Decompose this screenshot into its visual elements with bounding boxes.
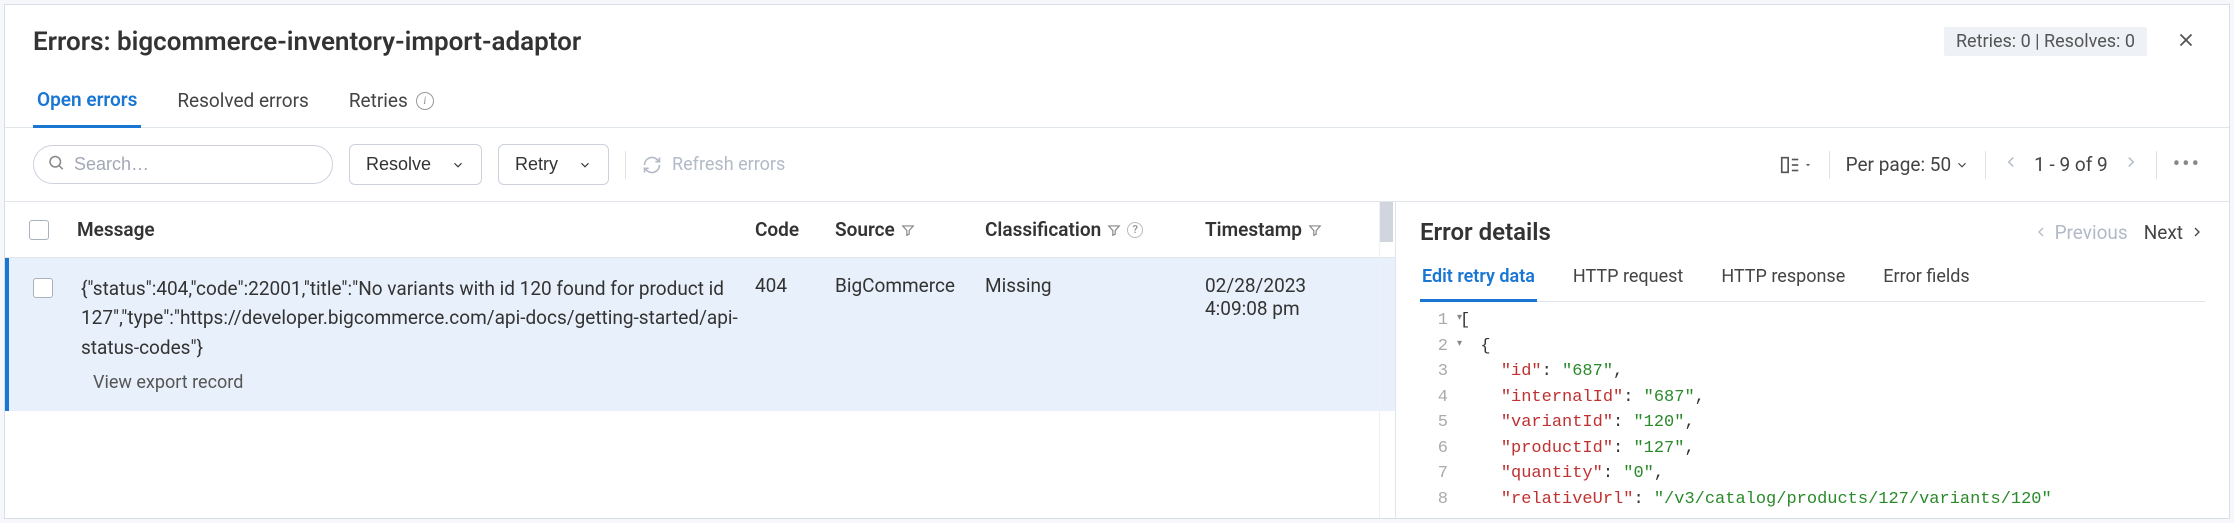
error-source: BigCommerce [835,274,985,297]
chevron-down-icon [578,158,592,172]
chevron-down-icon [451,158,465,172]
error-code: 404 [755,274,835,297]
chevron-down-icon [1955,158,1969,172]
retry-data-editor[interactable]: 1▾[2▾ {3 "id": "687",4 "internalId": "68… [1420,302,2205,518]
layout-icon [1779,154,1801,176]
dtab-error-fields[interactable]: Error fields [1881,256,1971,301]
chevron-left-icon [2033,224,2049,240]
chevron-left-icon [2002,153,2020,171]
page-title: Errors: bigcommerce-inventory-import-ada… [33,27,581,57]
table-row[interactable]: {"status":404,"code":22001,"title":"No v… [5,258,1395,411]
refresh-errors-button[interactable]: Refresh errors [642,154,785,175]
scrollbar[interactable] [1379,202,1393,518]
error-timestamp: 02/28/2023 4:09:08 pm [1205,274,1375,320]
error-details-pane: Error details Previous Next Edit retry d… [1395,201,2229,518]
view-export-record-link[interactable]: View export record [81,372,743,393]
details-tabs: Edit retry data HTTP request HTTP respon… [1420,256,2205,302]
panel-header: Errors: bigcommerce-inventory-import-ada… [5,5,2229,66]
search-input[interactable] [33,145,333,184]
details-title: Error details [1420,218,1551,246]
errors-panel: Errors: bigcommerce-inventory-import-ada… [4,4,2230,519]
dtab-http-request[interactable]: HTTP request [1571,256,1685,301]
toolbar: Resolve Retry Refresh errors Per page: 5… [5,128,2229,201]
dtab-http-response[interactable]: HTTP response [1719,256,1847,301]
search-icon [47,153,65,176]
row-checkbox[interactable] [33,278,53,298]
tab-open-errors[interactable]: Open errors [33,78,141,128]
tab-resolved-errors[interactable]: Resolved errors [173,78,312,127]
close-button[interactable] [2171,25,2201,58]
error-classification: Missing [985,274,1205,297]
main-tabs: Open errors Resolved errors Retries i [5,66,2229,128]
col-source[interactable]: Source [835,218,985,241]
chevron-right-icon [2122,153,2140,171]
retries-resolves-badge: Retries: 0 | Resolves: 0 [1944,27,2147,56]
col-code: Code [755,218,835,241]
dtab-edit-retry[interactable]: Edit retry data [1420,256,1537,302]
page-prev[interactable] [2002,153,2020,176]
caret-down-icon [1803,160,1813,170]
fold-toggle-icon[interactable]: ▾ [1457,311,1462,326]
tab-retries[interactable]: Retries i [345,78,438,127]
refresh-icon [642,155,662,175]
filter-icon [901,223,915,237]
page-range: 1 - 9 of 9 [2034,153,2108,176]
info-icon[interactable]: i [416,92,434,110]
retry-dropdown[interactable]: Retry [498,144,609,185]
pagination: 1 - 9 of 9 [2002,153,2140,176]
table-header-row: Message Code Source Classification ? Tim… [5,202,1395,258]
per-page-selector[interactable]: Per page: 50 [1846,153,1970,176]
help-icon[interactable]: ? [1127,222,1143,238]
error-message: {"status":404,"code":22001,"title":"No v… [81,274,743,362]
filter-icon [1107,223,1121,237]
layout-toggle[interactable] [1779,154,1813,176]
details-prev[interactable]: Previous [2033,221,2128,244]
col-timestamp[interactable]: Timestamp [1205,218,1375,241]
col-classification[interactable]: Classification ? [985,218,1205,241]
errors-table: Message Code Source Classification ? Tim… [5,201,1395,518]
fold-toggle-icon[interactable]: ▾ [1457,337,1462,352]
filter-icon [1308,223,1322,237]
select-all-checkbox[interactable] [29,220,49,240]
chevron-right-icon [2189,224,2205,240]
resolve-dropdown[interactable]: Resolve [349,144,482,185]
close-icon [2175,29,2197,51]
col-message: Message [77,218,755,241]
details-next[interactable]: Next [2144,221,2205,244]
more-actions[interactable]: ••• [2173,152,2201,177]
page-next[interactable] [2122,153,2140,176]
